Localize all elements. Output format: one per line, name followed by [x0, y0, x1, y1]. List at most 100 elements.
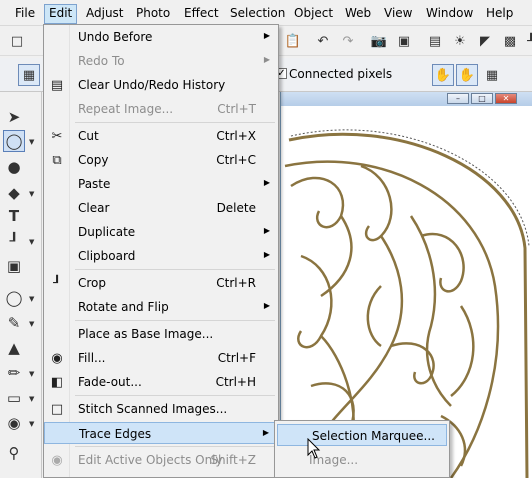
menu-separator: [75, 320, 275, 321]
brightness-icon[interactable]: ☀: [449, 30, 471, 52]
crop-icon: ┚: [53, 275, 61, 291]
zoom-tool-icon[interactable]: ⚲: [3, 442, 25, 464]
menu-item-shortcut: Ctrl+C: [216, 153, 256, 167]
expand-arrow-icon[interactable]: ▼: [29, 138, 34, 146]
expand-arrow-icon[interactable]: ▼: [29, 190, 34, 198]
text-tool-icon[interactable]: T: [3, 205, 25, 227]
menu-item-fill[interactable]: ◉ Fill... Ctrl+F: [44, 347, 278, 369]
expand-arrow-icon[interactable]: ▼: [29, 420, 34, 428]
redo-icon[interactable]: ↷: [337, 30, 359, 52]
camera-icon[interactable]: 📷: [368, 30, 390, 52]
menu-adjust[interactable]: Adjust: [82, 5, 128, 23]
minimize-icon[interactable]: –: [447, 93, 469, 104]
expand-arrow-icon[interactable]: ▼: [29, 395, 34, 403]
eraser-tool-icon[interactable]: ▭: [3, 387, 25, 409]
close-icon[interactable]: ✕: [495, 93, 517, 104]
palette-icon[interactable]: ▩: [499, 30, 521, 52]
menu-view[interactable]: View: [380, 5, 416, 23]
menu-item-label: Crop: [78, 276, 107, 290]
maximize-icon[interactable]: □: [471, 93, 493, 104]
menu-item-crop[interactable]: ┚ Crop Ctrl+R: [44, 272, 278, 294]
menu-edit[interactable]: Edit: [44, 4, 78, 24]
pick-tool-icon[interactable]: ➤: [3, 106, 25, 128]
menu-item-label: Edit Active Objects Only: [78, 453, 223, 467]
menu-item-trace-edges[interactable]: Trace Edges ▶: [44, 422, 278, 444]
submenu-arrow-icon: ▶: [263, 178, 270, 187]
hand-select-icon[interactable]: ✋: [432, 64, 454, 86]
menu-item-place-base-image[interactable]: Place as Base Image...: [44, 323, 278, 345]
menu-item-shortcut: Delete: [216, 201, 256, 215]
menu-item-shortcut: Ctrl+H: [215, 375, 256, 389]
expand-arrow-icon[interactable]: ▼: [29, 238, 34, 246]
scissors-icon: ✂: [51, 128, 63, 144]
menu-item-repeat-image[interactable]: Repeat Image... Ctrl+T: [44, 98, 278, 120]
menu-bar: File Edit Adjust Photo Effect Selection …: [0, 0, 532, 26]
menu-effect[interactable]: Effect: [180, 5, 223, 23]
pen-tool-icon[interactable]: ✏: [3, 362, 25, 384]
objects-icon: ◉: [51, 452, 63, 468]
submenu-arrow-icon: ▶: [263, 250, 270, 259]
submenu-arrow-icon: ▶: [263, 226, 270, 235]
menu-item-clipboard[interactable]: Clipboard ▶: [44, 245, 278, 267]
brush-tool-icon[interactable]: ✎: [3, 312, 25, 334]
trace-edges-submenu: Selection Marquee... Image...: [274, 420, 450, 478]
new-file-icon[interactable]: □: [6, 30, 28, 52]
menu-separator: [75, 446, 275, 447]
menu-window[interactable]: Window: [422, 5, 477, 23]
menu-item-duplicate[interactable]: Duplicate ▶: [44, 221, 278, 243]
magic-wand-tool-icon[interactable]: ●: [3, 156, 25, 178]
menu-file[interactable]: File: [11, 5, 39, 23]
menu-item-cut[interactable]: ✂ Cut Ctrl+X: [44, 125, 278, 147]
menu-item-shortcut: Ctrl+F: [217, 351, 256, 365]
menu-item-undo-before[interactable]: Undo Before ▶: [44, 26, 278, 48]
menu-web[interactable]: Web: [341, 5, 375, 23]
submenu-arrow-icon: ▶: [262, 428, 269, 437]
menu-item-label: Clipboard: [78, 249, 136, 263]
menu-item-label: Trace Edges: [79, 427, 152, 441]
crop-tool-icon[interactable]: ┚: [3, 230, 25, 252]
menu-separator: [75, 269, 275, 270]
menu-object[interactable]: Object: [290, 5, 337, 23]
submenu-item-selection-marquee[interactable]: Selection Marquee...: [277, 424, 447, 446]
marquee-option-icon[interactable]: ▦: [481, 64, 503, 86]
hand-add-icon[interactable]: ✋: [456, 64, 478, 86]
shape-tool-icon[interactable]: ◆: [3, 182, 25, 204]
selection-mode-icon[interactable]: ▦: [18, 64, 40, 86]
menu-help[interactable]: Help: [482, 5, 517, 23]
stitch-icon: □: [50, 401, 64, 417]
menu-item-copy[interactable]: ⧉ Copy Ctrl+C: [44, 149, 278, 171]
submenu-arrow-icon: ▶: [263, 55, 270, 64]
lasso-tool-icon[interactable]: ◯: [3, 130, 25, 152]
menu-item-label: Undo Before: [78, 30, 153, 44]
expand-arrow-icon[interactable]: ▼: [29, 320, 34, 328]
curve-icon[interactable]: ◤: [474, 30, 496, 52]
menu-item-edit-active-objects[interactable]: ◉ Edit Active Objects Only Shift+Z: [44, 449, 278, 471]
submenu-arrow-icon: ▶: [263, 31, 270, 40]
dropper-tool-icon[interactable]: ◯: [3, 287, 25, 309]
monitor-icon[interactable]: ▤: [424, 30, 446, 52]
menu-item-label: Rotate and Flip: [78, 300, 169, 314]
menu-item-redo-to[interactable]: Redo To ▶: [44, 50, 278, 72]
expand-arrow-icon[interactable]: ▼: [29, 370, 34, 378]
menu-item-shortcut: Shift+Z: [210, 453, 256, 467]
menu-item-label: Selection Marquee...: [312, 429, 435, 443]
menu-item-fade-out[interactable]: ◧ Fade-out... Ctrl+H: [44, 371, 278, 393]
menu-selection[interactable]: Selection: [226, 5, 289, 23]
menu-item-rotate-flip[interactable]: Rotate and Flip ▶: [44, 296, 278, 318]
menu-item-shortcut: Ctrl+T: [217, 102, 256, 116]
menu-photo[interactable]: Photo: [132, 5, 174, 23]
expand-arrow-icon[interactable]: ▼: [29, 295, 34, 303]
undo-icon[interactable]: ↶: [312, 30, 334, 52]
paste-icon[interactable]: 📋: [282, 30, 304, 52]
image-icon[interactable]: ▣: [393, 30, 415, 52]
submenu-item-image[interactable]: Image...: [275, 449, 449, 471]
submenu-arrow-icon: ▶: [263, 301, 270, 310]
menu-item-paste[interactable]: Paste ▶: [44, 173, 278, 195]
crop-toolbar-icon[interactable]: ┚: [520, 30, 532, 52]
stamp-tool-icon[interactable]: ▲: [3, 337, 25, 359]
fill-tool-icon[interactable]: ◉: [3, 412, 25, 434]
menu-item-clear[interactable]: Clear Delete: [44, 197, 278, 219]
transform-tool-icon[interactable]: ▣: [3, 255, 25, 277]
menu-item-stitch[interactable]: □ Stitch Scanned Images...: [44, 398, 278, 420]
menu-item-clear-history[interactable]: ▤ Clear Undo/Redo History: [44, 74, 278, 96]
